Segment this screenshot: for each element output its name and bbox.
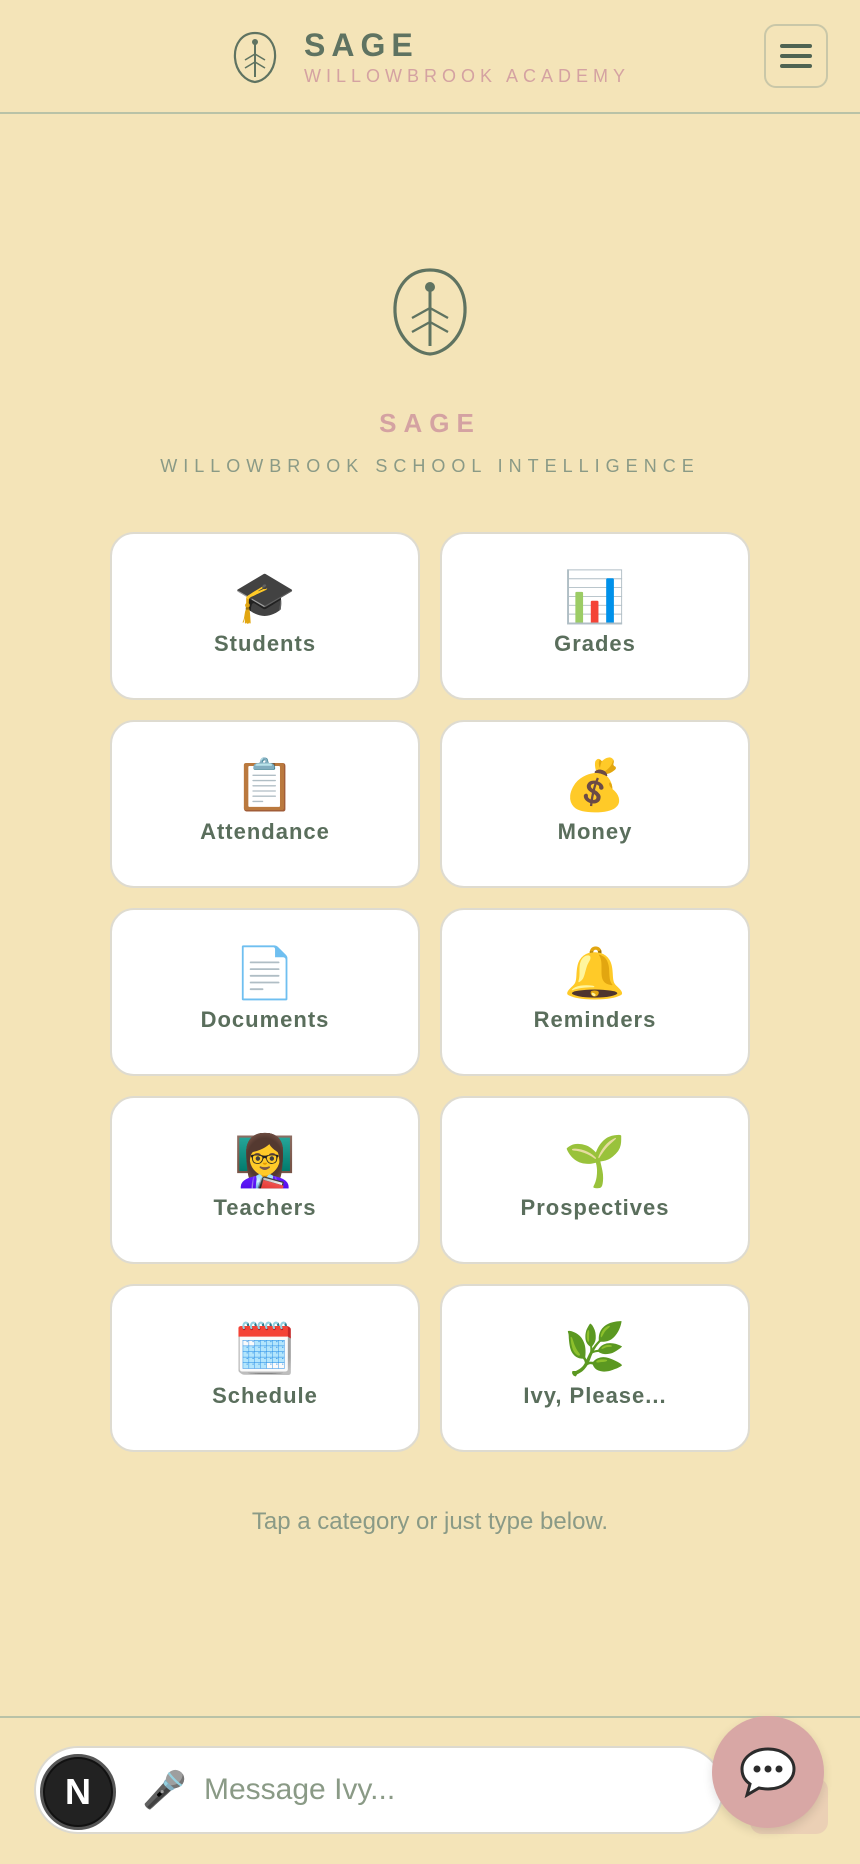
hamburger-menu-icon — [780, 44, 812, 48]
category-label: Documents — [200, 1007, 330, 1032]
category-money-button[interactable]: 💰 Money — [440, 720, 750, 888]
category-reminders-button[interactable]: 🔔 Reminders — [440, 908, 750, 1076]
category-label: Money — [557, 819, 633, 844]
top-header: SAGE WILLOWBROOK ACADEMY — [0, 0, 860, 114]
hint-text: Tap a category or just type below. — [251, 1508, 609, 1535]
category-label: Ivy, Please... — [523, 1383, 667, 1408]
category-label: Prospectives — [520, 1195, 670, 1220]
category-label: Teachers — [213, 1195, 317, 1220]
category-ivy-please-button[interactable]: 🌿 Ivy, Please... — [440, 1284, 750, 1452]
hero-subtitle: WILLOWBROOK SCHOOL INTELLIGENCE — [160, 456, 700, 476]
category-attendance-button[interactable]: 📋 Attendance — [110, 720, 420, 888]
category-teachers-button[interactable]: 👩‍🏫 Teachers — [110, 1096, 420, 1264]
category-schedule-button[interactable]: 🗓️ Schedule — [110, 1284, 420, 1452]
bar-chart-icon: 📊 — [563, 569, 627, 625]
category-label: Reminders — [533, 1007, 657, 1032]
category-label: Grades — [554, 631, 636, 656]
clipboard-icon: 📋 — [233, 757, 297, 813]
avatar[interactable]: N — [40, 1754, 116, 1830]
herb-icon: 🌿 — [563, 1321, 627, 1377]
graduation-cap-icon: 🎓 — [233, 569, 297, 625]
chat-bubble-icon — [740, 1747, 796, 1798]
calendar-icon: 🗓️ — [233, 1321, 297, 1377]
message-composer: N 🎤 — [34, 1746, 724, 1834]
microphone-icon[interactable]: 🎤 — [142, 1768, 187, 1812]
chat-fab-button[interactable] — [712, 1716, 824, 1828]
leaf-icon — [393, 268, 467, 356]
app-subtitle: WILLOWBROOK ACADEMY — [304, 66, 631, 86]
seedling-icon: 🌱 — [563, 1133, 627, 1189]
document-icon: 📄 — [233, 945, 297, 1001]
category-documents-button[interactable]: 📄 Documents — [110, 908, 420, 1076]
category-prospectives-button[interactable]: 🌱 Prospectives — [440, 1096, 750, 1264]
hamburger-line — [780, 54, 812, 58]
menu-button[interactable] — [764, 24, 828, 88]
hero-title: SAGE — [379, 408, 481, 438]
app-title: SAGE — [304, 27, 419, 63]
hamburger-line — [780, 64, 812, 68]
category-grid: 🎓 Students 📊 Grades 📋 Attendance 💰 Money… — [110, 532, 750, 1452]
money-bag-icon: 💰 — [563, 757, 627, 813]
message-input[interactable] — [204, 1762, 644, 1818]
category-label: Attendance — [200, 819, 330, 844]
category-grades-button[interactable]: 📊 Grades — [440, 532, 750, 700]
category-label: Students — [213, 631, 317, 656]
teacher-icon: 👩‍🏫 — [233, 1133, 297, 1189]
bell-icon: 🔔 — [563, 945, 627, 1001]
brand[interactable]: SAGE WILLOWBROOK ACADEMY — [232, 24, 630, 90]
category-label: Schedule — [212, 1383, 318, 1408]
category-students-button[interactable]: 🎓 Students — [110, 532, 420, 700]
leaf-logo-icon — [233, 31, 277, 84]
